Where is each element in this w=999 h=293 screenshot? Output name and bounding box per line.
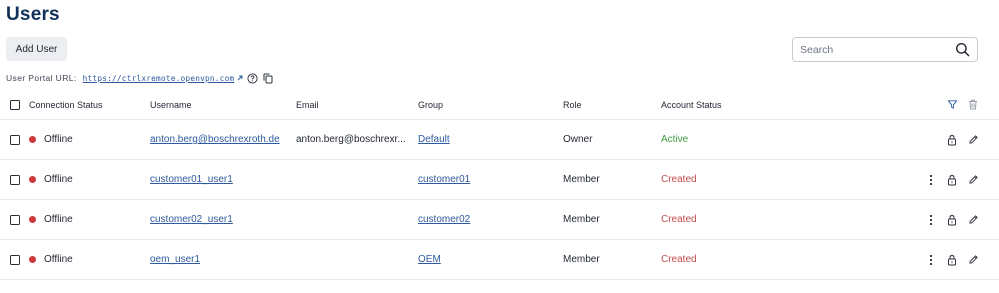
role-text: Owner	[563, 134, 593, 145]
search-box	[792, 37, 978, 62]
external-link-icon[interactable]	[236, 74, 244, 82]
add-user-button[interactable]: Add User	[6, 37, 67, 61]
group-link[interactable]: OEM	[418, 254, 441, 265]
email-text: anton.berg@boschrexr...	[296, 134, 406, 145]
column-header-role[interactable]: Role	[563, 90, 653, 119]
copy-icon[interactable]	[263, 73, 273, 84]
lock-icon[interactable]	[946, 213, 958, 227]
table-row[interactable]: Offline anton.berg@boschrexroth.de anton…	[0, 120, 999, 160]
connection-status-text: Offline	[44, 134, 73, 145]
role-text: Member	[563, 214, 600, 225]
table-header-row: Connection Status Username Email Group R…	[0, 90, 999, 120]
row-checkbox[interactable]	[10, 214, 20, 225]
username-link[interactable]: customer02_user1	[150, 214, 233, 225]
user-portal-url-label: User Portal URL:	[6, 73, 77, 83]
connection-status-text: Offline	[44, 214, 73, 225]
select-all-checkbox[interactable]	[10, 99, 20, 110]
pencil-icon[interactable]	[967, 173, 979, 187]
user-portal-url-row: User Portal URL: https://ctrlxremote.ope…	[6, 71, 273, 85]
group-link[interactable]: customer02	[418, 214, 470, 225]
user-portal-url-link[interactable]: https://ctrlxremote.openvpn.com	[83, 74, 235, 83]
group-link[interactable]: customer01	[418, 174, 470, 185]
lock-icon[interactable]	[946, 253, 958, 267]
role-text: Member	[563, 174, 600, 185]
users-table: Connection Status Username Email Group R…	[0, 90, 999, 280]
more-vertical-icon[interactable]	[925, 173, 937, 187]
pencil-icon[interactable]	[967, 213, 979, 227]
search-icon[interactable]	[955, 42, 970, 57]
trash-icon[interactable]	[967, 98, 979, 112]
account-status-text: Created	[661, 174, 697, 185]
pencil-icon[interactable]	[967, 133, 979, 147]
connection-status-text: Offline	[44, 174, 73, 185]
more-vertical-icon[interactable]	[925, 253, 937, 267]
offline-status-dot	[29, 216, 36, 223]
offline-status-dot	[29, 256, 36, 263]
help-icon[interactable]	[247, 72, 258, 84]
username-link[interactable]: oem_user1	[150, 254, 200, 265]
column-header-username[interactable]: Username	[150, 90, 290, 119]
account-status-text: Created	[661, 214, 697, 225]
offline-status-dot	[29, 176, 36, 183]
row-checkbox[interactable]	[10, 134, 20, 145]
column-header-connection-status[interactable]: Connection Status	[29, 90, 144, 119]
table-row[interactable]: Offline customer02_user1 customer02 Memb…	[0, 200, 999, 240]
lock-icon[interactable]	[946, 133, 958, 147]
search-input[interactable]	[800, 42, 950, 57]
table-row[interactable]: Offline customer01_user1 customer01 Memb…	[0, 160, 999, 200]
account-status-text: Active	[661, 134, 689, 145]
role-text: Member	[563, 254, 600, 265]
table-row[interactable]: Offline oem_user1 OEM Member Created	[0, 240, 999, 280]
column-header-email[interactable]: Email	[296, 90, 412, 119]
lock-icon[interactable]	[946, 173, 958, 187]
pencil-icon[interactable]	[967, 253, 979, 267]
filter-icon[interactable]	[946, 98, 958, 112]
row-checkbox[interactable]	[10, 254, 20, 265]
more-vertical-icon[interactable]	[925, 213, 937, 227]
offline-status-dot	[29, 136, 36, 143]
column-header-group[interactable]: Group	[418, 90, 558, 119]
username-link[interactable]: anton.berg@boschrexroth.de	[150, 134, 280, 145]
group-link[interactable]: Default	[418, 134, 450, 145]
row-checkbox[interactable]	[10, 174, 20, 185]
column-header-account-status[interactable]: Account Status	[661, 90, 781, 119]
username-link[interactable]: customer01_user1	[150, 174, 233, 185]
connection-status-text: Offline	[44, 254, 73, 265]
page-title: Users	[6, 4, 60, 25]
account-status-text: Created	[661, 254, 697, 265]
